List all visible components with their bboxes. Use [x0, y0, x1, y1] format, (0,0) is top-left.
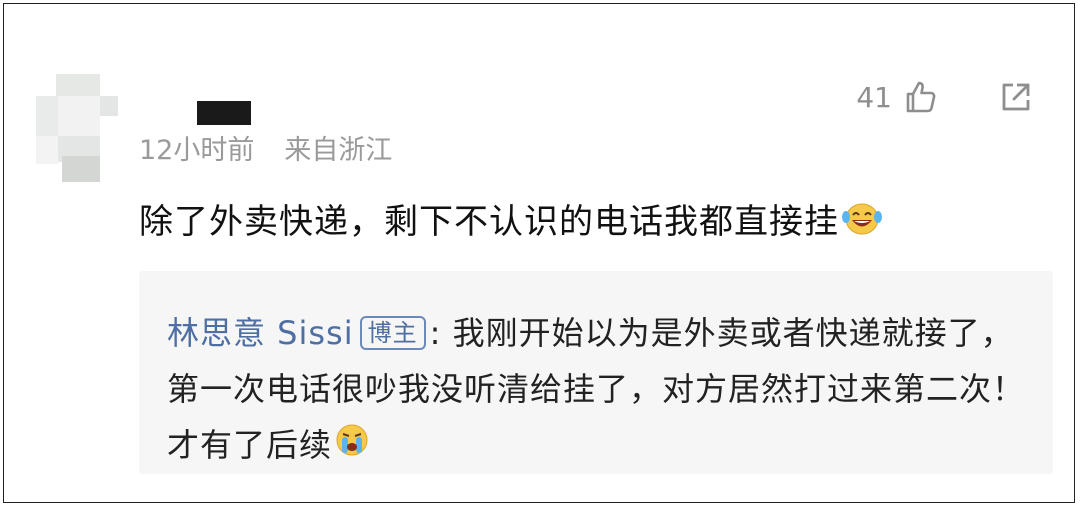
comment-location: 来自浙江 [284, 135, 393, 166]
reply-box[interactable]: 林思意 Sissi 博主: 我刚开始以为是外卖或者快递就接了，第一次电话很吵我没听… [139, 271, 1053, 474]
crying-emoji [334, 419, 370, 475]
avatar[interactable] [36, 74, 118, 184]
comment-card: 12小时前 来自浙江 41 除了外卖快递，剩下不认识的电话我都直接挂 林思意 S… [3, 3, 1075, 503]
comment-meta: 12小时前 来自浙江 [139, 128, 393, 166]
thumbs-up-icon[interactable] [902, 79, 938, 115]
share-external-icon[interactable] [998, 79, 1034, 115]
comment-text: 除了外卖快递，剩下不认识的电话我都直接挂 [139, 202, 839, 242]
like-count: 41 [856, 80, 892, 114]
reply-content: 林思意 Sissi 博主: 我刚开始以为是外卖或者快递就接了，第一次电话很吵我没听… [167, 305, 1037, 475]
username-redacted[interactable] [197, 101, 251, 125]
author-badge: 博主 [359, 316, 426, 350]
comment-body: 除了外卖快递，剩下不认识的电话我都直接挂 [139, 194, 883, 246]
laughing-tears-emoji [841, 201, 883, 246]
comment-actions: 41 [856, 74, 1034, 120]
reply-separator: : [429, 314, 453, 352]
reply-author[interactable]: 林思意 Sissi [167, 314, 354, 352]
comment-time: 12小时前 [139, 135, 255, 166]
